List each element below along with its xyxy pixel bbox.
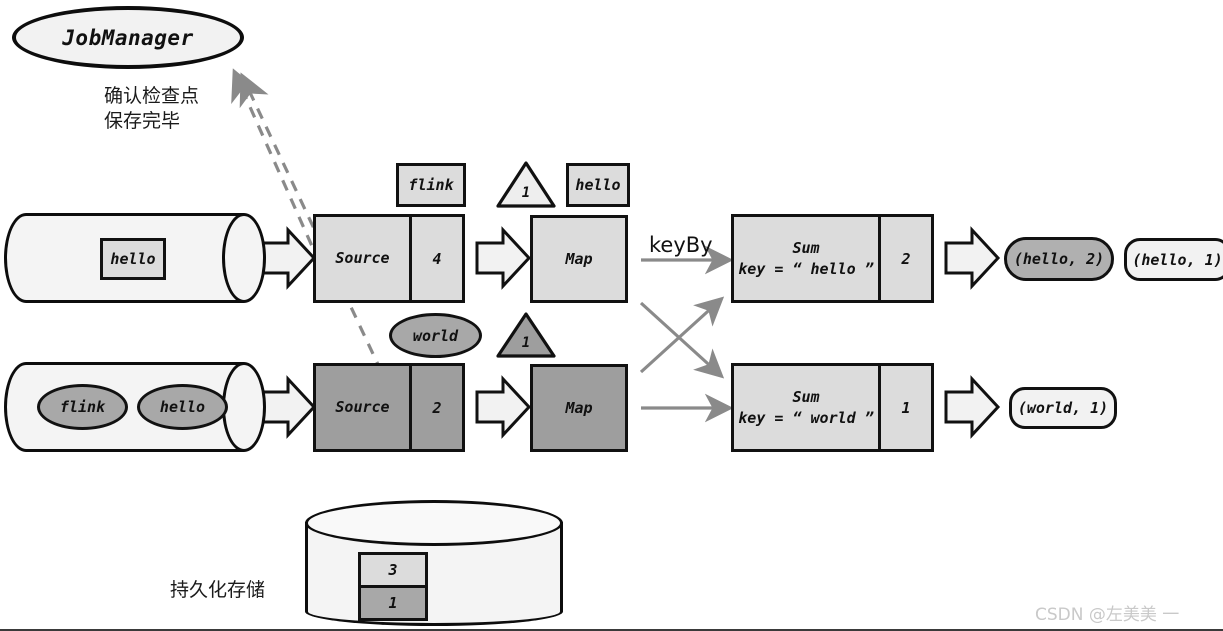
inflight-world-label: world	[412, 326, 459, 345]
inflight-hello-chip[interactable]: hello	[566, 163, 630, 207]
stream-top-record-0[interactable]: hello	[100, 238, 166, 280]
stream-bottom: flink hello	[4, 362, 266, 452]
stream-bottom-record-0-label: flink	[59, 398, 106, 416]
output-world-1-label: (world, 1)	[1017, 399, 1109, 417]
keyby-label: keyBy	[649, 233, 713, 257]
operator-map-top-label: Map	[565, 250, 593, 268]
stream-top-cap-right	[222, 213, 266, 303]
barrier-top-value: 1	[521, 185, 531, 201]
jobmanager-node[interactable]: JobManager	[12, 6, 244, 69]
output-hello-1[interactable]: (hello, 1)	[1124, 238, 1223, 281]
operator-sum-top[interactable]: Sum key = “ hello ” 2	[731, 214, 934, 303]
drum-cell-0[interactable]: 3	[358, 552, 428, 588]
inflight-hello-label: hello	[575, 176, 621, 194]
csdn-watermark: CSDN @左美美 一	[1035, 605, 1180, 625]
operator-sum-bottom[interactable]: Sum key = “ world ” 1	[731, 363, 934, 452]
stream-bottom-cap-right	[222, 362, 266, 452]
operator-sum-bottom-line2: key = “ world ”	[738, 408, 874, 427]
stream-top: hello	[4, 213, 266, 303]
barrier-bottom-value: 1	[521, 335, 531, 351]
barrier-bottom-label: 1	[498, 335, 554, 351]
operator-source-bottom[interactable]: Source 2	[313, 363, 465, 452]
keyby-arrows	[639, 245, 734, 423]
inflight-flink-label: flink	[408, 176, 454, 194]
drum-top-ellipse	[305, 500, 563, 546]
output-hello-2[interactable]: (hello, 2)	[1004, 237, 1114, 281]
stream-top-record-0-label: hello	[110, 250, 156, 268]
persistent-storage-drum: 3 1	[305, 500, 563, 626]
operator-source-bottom-count: 2	[409, 366, 462, 449]
jobmanager-label: JobManager	[62, 25, 194, 50]
diagram-canvas: JobManager 确认检查点 保存完毕 hello flink hello …	[0, 0, 1223, 631]
drum-cell-0-value: 3	[388, 561, 398, 579]
operator-source-bottom-label: Source	[335, 398, 390, 416]
operator-sum-bottom-count: 1	[878, 366, 931, 449]
drum-cell-1[interactable]: 1	[358, 585, 428, 621]
checkpoint-ack-label: 确认检查点 保存完毕	[104, 85, 200, 132]
operator-source-top-label: Source	[335, 249, 390, 267]
barrier-top-label: 1	[498, 185, 554, 201]
output-hello-1-label: (hello, 1)	[1132, 250, 1223, 269]
operator-map-top[interactable]: Map	[530, 215, 628, 303]
operator-map-bottom-label: Map	[565, 399, 593, 417]
operator-sum-top-line1: Sum	[792, 238, 820, 257]
stream-bottom-record-1[interactable]: hello	[137, 384, 228, 430]
operator-sum-top-line2: key = “ hello ”	[738, 259, 874, 278]
drum-cell-1-value: 1	[388, 594, 398, 612]
stream-bottom-record-1-label: hello	[159, 398, 206, 416]
operator-source-top[interactable]: Source 4	[313, 214, 465, 303]
operator-sum-top-count: 2	[878, 217, 931, 300]
operator-sum-bottom-line1: Sum	[792, 387, 820, 406]
inflight-flink-chip[interactable]: flink	[396, 163, 466, 207]
operator-map-bottom[interactable]: Map	[530, 364, 628, 452]
output-world-1[interactable]: (world, 1)	[1009, 387, 1117, 429]
operator-sum-top-label: Sum key = “ hello ”	[734, 217, 878, 300]
operator-sum-bottom-label: Sum key = “ world ”	[734, 366, 878, 449]
inflight-world-chip[interactable]: world	[389, 313, 482, 358]
output-hello-2-label: (hello, 2)	[1013, 250, 1105, 268]
operator-source-top-count: 4	[409, 217, 462, 300]
stream-bottom-record-0[interactable]: flink	[37, 384, 128, 430]
